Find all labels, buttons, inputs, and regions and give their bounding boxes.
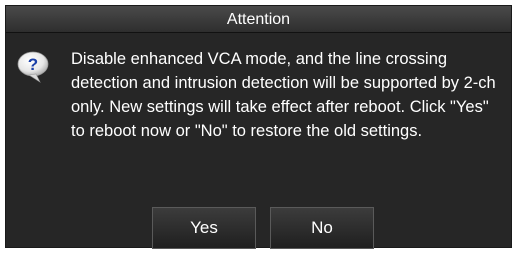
no-button[interactable]: No	[270, 207, 374, 249]
yes-button[interactable]: Yes	[152, 207, 256, 249]
attention-dialog: Attention ? Disable enhanced VCA mode, a…	[5, 5, 512, 249]
dialog-title: Attention	[6, 6, 511, 33]
dialog-body: ? Disable enhanced VCA mode, and the lin…	[6, 33, 511, 249]
dialog-message: Disable enhanced VCA mode, and the line …	[71, 50, 496, 140]
question-bubble-icon: ?	[17, 51, 49, 83]
svg-text:?: ?	[28, 55, 38, 74]
